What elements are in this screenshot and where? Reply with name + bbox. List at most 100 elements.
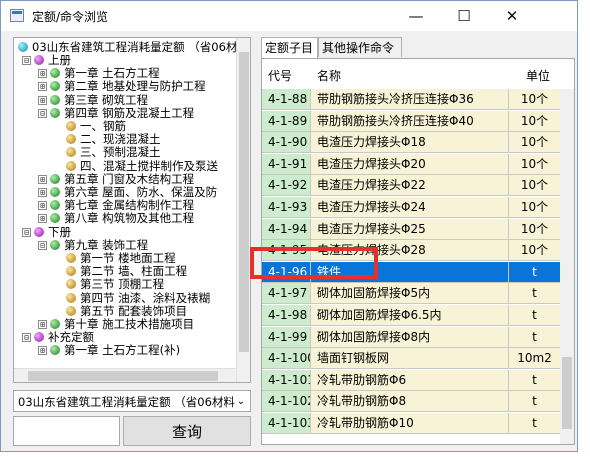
table-row[interactable]: 4-1-99 砌体加固筋焊接Φ8内 t <box>262 326 561 348</box>
collapse-icon[interactable]: ⊟ <box>22 333 31 343</box>
table-row[interactable]: 4-1-93 电渣压力焊接头Φ24 10个 <box>262 197 561 218</box>
code-cell: 4-1-98 <box>262 305 311 326</box>
tree-item-label: 第四章 钢筋及混凝土工程 <box>64 105 195 120</box>
name-cell: 砌体加固筋焊接Φ6.5内 <box>311 305 509 326</box>
maximize-button[interactable]: ☐ <box>441 1 487 31</box>
tree-item-label: 第四节 油漆、涂料及裱糊 <box>80 290 211 305</box>
table-row[interactable]: 4-1-90 电渣压力焊接头Φ18 10个 <box>262 132 561 154</box>
unit-cell: 10m2 <box>509 348 561 370</box>
grid-vertical-scrollbar[interactable] <box>560 89 574 444</box>
expand-icon[interactable]: ⊞ <box>38 214 47 224</box>
close-button[interactable]: ✕ <box>489 1 535 31</box>
green-node-icon <box>50 81 60 92</box>
green-node-icon <box>50 173 60 184</box>
green-node-icon <box>50 319 60 329</box>
expand-icon[interactable]: ⊞ <box>38 69 47 79</box>
tree-item-label: 第八章 构筑物及其他工程 <box>64 211 195 226</box>
table-row[interactable]: 4-1-98 砌体加固筋焊接Φ6.5内 t <box>262 305 561 326</box>
expand-icon[interactable]: ⊞ <box>38 201 47 211</box>
expand-icon[interactable]: ⊞ <box>38 346 47 356</box>
tree-item-label: 第五章 门窗及木结构工程 <box>64 171 195 186</box>
table-row[interactable]: 4-1-89 带肋钢筋接头冷挤压连接Φ40 10个 <box>262 110 561 132</box>
name-cell: 砌体加固筋焊接Φ5内 <box>311 283 509 305</box>
purple-node-icon <box>34 332 44 343</box>
collapse-icon[interactable]: ⊟ <box>22 56 31 65</box>
tree-hscroll-thumb[interactable] <box>28 371 218 381</box>
unit-cell: t <box>509 369 561 391</box>
code-cell: 4-1-91 <box>262 153 311 175</box>
green-node-icon <box>50 213 60 224</box>
green-node-icon <box>50 200 60 211</box>
query-button[interactable]: 查询 <box>123 416 251 446</box>
quota-tree[interactable]: 03山东省建筑工程消耗量定额 （省06材 ⊟ 上册 ⊞ 第一章 土石方工程 ⊞ 第二章 地… <box>13 37 251 383</box>
tree-item-label: 下册 <box>48 224 71 239</box>
collapse-icon[interactable]: ⊟ <box>38 108 47 118</box>
collapse-icon[interactable]: ⊟ <box>38 240 47 250</box>
quota-library-value: 03山东省建筑工程消耗量定额 （省06材料 <box>18 395 235 409</box>
tree-item-label: 第五节 配套装饰项目 <box>80 303 188 318</box>
chevron-down-icon[interactable]: ⌄ <box>232 391 250 411</box>
table-row[interactable]: 4-1-103 冷轧带肋钢筋Φ10 t <box>262 413 561 434</box>
table-row[interactable]: 4-1-92 电渣压力焊接头Φ22 10个 <box>262 175 561 197</box>
unit-cell: t <box>509 305 561 326</box>
green-node-icon <box>50 94 60 105</box>
expand-icon[interactable]: ⊞ <box>38 82 47 92</box>
code-cell: 4-1-101 <box>262 369 311 391</box>
tree-item-label: 上册 <box>48 53 71 67</box>
collapse-icon[interactable]: ⊟ <box>22 227 31 237</box>
tree-item-label: 第十章 施工技术措施项目 <box>64 317 195 331</box>
tree-item-label: 第七章 金属结构制作工程 <box>64 198 195 213</box>
tree-item-label: 四、混凝土搅拌制作及泵送 <box>80 158 218 173</box>
table-row[interactable]: 4-1-91 电渣压力焊接头Φ20 10个 <box>262 153 561 175</box>
tree-item-label: 二、现浇混凝土 <box>80 132 161 147</box>
header-name[interactable]: 名称 <box>317 67 341 84</box>
table-row[interactable]: 4-1-101 冷轧带肋钢筋Φ6 t <box>262 369 561 391</box>
dialog-window: 定额/命令浏览 — ☐ ✕ 03山东省建筑工程消耗量定额 （省06材 ⊟ 上册 ⊞ 第… <box>0 0 578 452</box>
tab-quota-items[interactable]: 定额子目 <box>261 37 318 58</box>
name-cell: 冷轧带肋钢筋Φ10 <box>311 413 509 434</box>
tree-vertical-scrollbar[interactable] <box>236 38 250 382</box>
search-input[interactable] <box>13 416 120 446</box>
gold-node-icon <box>66 160 76 171</box>
tree-vscroll-thumb[interactable] <box>239 52 249 352</box>
name-cell: 砌体加固筋焊接Φ8内 <box>311 326 509 348</box>
title-bar[interactable]: 定额/命令浏览 — ☐ ✕ <box>1 1 577 31</box>
tree-horizontal-scrollbar[interactable] <box>14 368 236 382</box>
tree-item-label: 一、钢筋 <box>80 119 126 133</box>
table-row[interactable]: 4-1-102 冷轧带肋钢筋Φ8 t <box>262 391 561 413</box>
expand-icon[interactable]: ⊞ <box>38 95 47 105</box>
expand-icon[interactable]: ⊞ <box>38 320 47 329</box>
green-node-icon <box>50 107 60 118</box>
header-code[interactable]: 代号 <box>268 67 292 84</box>
unit-cell: t <box>509 261 561 283</box>
code-cell: 4-1-89 <box>262 110 311 132</box>
code-cell: 4-1-92 <box>262 175 311 197</box>
name-cell: 冷轧带肋钢筋Φ6 <box>311 369 509 391</box>
green-node-icon <box>50 68 60 79</box>
minimize-button[interactable]: — <box>393 1 439 31</box>
green-node-icon <box>50 345 60 356</box>
window-icon <box>10 9 24 22</box>
name-cell: 电渣压力焊接头Φ25 <box>311 218 509 240</box>
table-row[interactable]: 4-1-94 电渣压力焊接头Φ25 10个 <box>262 218 561 240</box>
tree-item-label: 第二节 墙、柱面工程 <box>80 264 188 279</box>
expand-icon[interactable]: ⊞ <box>38 188 47 197</box>
window-title: 定额/命令浏览 <box>32 10 109 24</box>
unit-cell: 10个 <box>509 89 561 110</box>
tab-other-commands[interactable]: 其他操作命令 <box>318 37 402 57</box>
name-cell: 电渣压力焊接头Φ18 <box>311 132 509 154</box>
quota-library-select[interactable]: 03山东省建筑工程消耗量定额 （省06材料 ⌄ <box>13 390 251 412</box>
grid-vscroll-thumb[interactable] <box>562 357 572 429</box>
table-row[interactable]: 4-1-88 带肋钢筋接头冷挤压连接Φ36 10个 <box>262 89 561 110</box>
unit-cell: 10个 <box>509 175 561 197</box>
table-row[interactable]: 4-1-100 墙面钉钢板网 10m2 <box>262 348 561 370</box>
root-node-icon <box>18 42 28 52</box>
gold-node-icon <box>66 292 76 303</box>
unit-cell: t <box>509 326 561 348</box>
header-unit[interactable]: 单位 <box>526 67 550 84</box>
expand-icon[interactable]: ⊞ <box>38 174 47 184</box>
unit-cell: 10个 <box>509 132 561 154</box>
table-row[interactable]: 4-1-97 砌体加固筋焊接Φ5内 t <box>262 283 561 305</box>
name-cell: 冷轧带肋钢筋Φ8 <box>311 391 509 413</box>
name-cell: 电渣压力焊接头Φ20 <box>311 153 509 175</box>
